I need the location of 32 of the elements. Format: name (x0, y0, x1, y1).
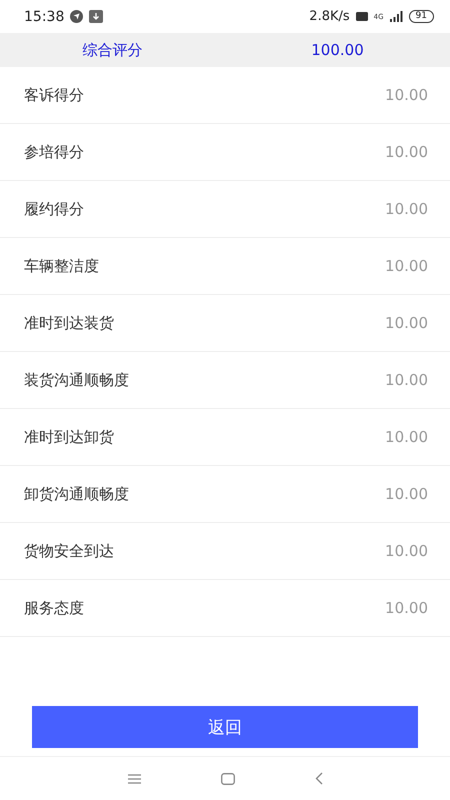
score-value: 10.00 (385, 314, 428, 332)
location-icon (70, 10, 84, 23)
score-label: 客诉得分 (24, 86, 84, 104)
score-value: 10.00 (385, 485, 428, 503)
clock: 15:38 (24, 8, 64, 24)
download-icon (89, 10, 104, 23)
battery-indicator: 91 (408, 10, 434, 23)
home-icon[interactable] (220, 772, 234, 784)
network-speed: 2.8K/s (309, 9, 350, 24)
summary-label: 综合评分 (82, 40, 142, 60)
back-button[interactable]: 返回 (32, 706, 418, 748)
score-value: 10.00 (385, 86, 428, 104)
score-label: 卸货沟通顺畅度 (24, 484, 129, 504)
score-label: 准时到达卸货 (24, 428, 114, 446)
score-value: 10.00 (385, 428, 428, 446)
score-value: 10.00 (385, 599, 428, 617)
score-label: 履约得分 (24, 200, 84, 218)
summary-value: 100.00 (311, 41, 364, 59)
score-label: 装货沟通顺畅度 (24, 370, 129, 390)
menu-icon[interactable] (128, 774, 140, 784)
score-label: 货物安全到达 (24, 542, 114, 560)
score-value: 10.00 (385, 200, 428, 218)
signal-icon (390, 11, 403, 22)
score-label: 车辆整洁度 (24, 256, 99, 276)
score-value: 10.00 (385, 542, 428, 560)
score-label: 服务态度 (24, 598, 84, 618)
back-icon[interactable] (314, 772, 322, 785)
score-value: 10.00 (385, 371, 428, 389)
score-label: 准时到达装货 (24, 314, 114, 332)
score-value: 10.00 (385, 257, 428, 275)
score-value: 10.00 (385, 143, 428, 161)
score-label: 参培得分 (24, 142, 84, 162)
